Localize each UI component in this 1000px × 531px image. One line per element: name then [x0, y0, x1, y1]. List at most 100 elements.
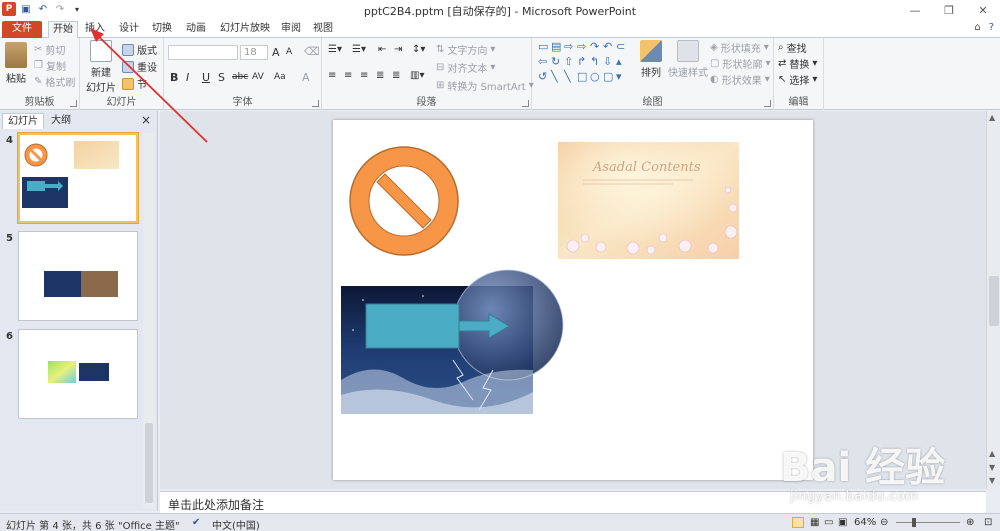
line2-shape-icon[interactable]: ╲ — [564, 70, 576, 84]
curve-shape-icon[interactable]: ↷ — [590, 40, 602, 54]
shape-outline-button[interactable]: ▢ 形状轮廓 ▾ — [710, 56, 770, 71]
rect-shape-icon[interactable]: □ — [577, 70, 589, 84]
justify-icon[interactable]: ≣ — [376, 70, 384, 81]
arrow-shape-icon[interactable]: ⇨ — [564, 40, 576, 54]
cut-button[interactable]: ✂ 剪切 — [34, 42, 65, 57]
reading-view-icon[interactable]: ▭ — [824, 517, 833, 528]
columns-icon[interactable]: ▥▾ — [410, 70, 424, 81]
clipboard-launcher-icon[interactable] — [70, 100, 77, 107]
notes-pane[interactable]: 单击此处添加备注 — [160, 491, 986, 513]
font-color-button[interactable]: A — [302, 71, 310, 84]
change-case-button[interactable]: Aa — [274, 72, 286, 82]
tab-file[interactable]: 文件 — [2, 21, 42, 38]
bold-button[interactable]: B — [170, 71, 178, 84]
grow-font-button[interactable]: A — [272, 46, 280, 59]
select-button[interactable]: ↖ 选择 ▾ — [778, 72, 817, 87]
line-spacing-icon[interactable]: ↕▾ — [412, 44, 425, 55]
panel-scroll-thumb[interactable] — [145, 423, 153, 503]
textbox-shape-icon[interactable]: ▭ — [538, 40, 550, 54]
text-shape-icon[interactable]: ▤ — [551, 40, 563, 54]
align-center-icon[interactable]: ≡ — [344, 70, 352, 81]
find-button[interactable]: ⌕ 查找 — [778, 40, 807, 55]
tab-home[interactable]: 开始 — [48, 21, 78, 39]
char-spacing-button[interactable]: AV — [252, 72, 264, 82]
underline-button[interactable]: U — [202, 71, 210, 84]
slideshow-view-icon[interactable]: ▣ — [838, 517, 847, 528]
distributed-icon[interactable]: ≣ — [392, 70, 400, 81]
tab-transitions[interactable]: 切换 — [148, 21, 176, 38]
quick-styles-button[interactable]: 快速样式 — [668, 40, 708, 79]
oval-shape-icon[interactable]: ○ — [590, 70, 602, 84]
shrink-font-button[interactable]: A — [286, 47, 292, 57]
normal-view-icon[interactable] — [792, 517, 804, 528]
more-shape-icon[interactable]: ▴ — [616, 55, 628, 69]
zoom-slider-track[interactable] — [896, 522, 960, 523]
shadow-button[interactable]: S — [218, 71, 225, 84]
format-painter-button[interactable]: ✎ 格式刷 — [34, 74, 75, 89]
prev-slide-icon[interactable]: ▲ — [989, 449, 995, 458]
increase-indent-icon[interactable]: ⇥ — [394, 44, 402, 55]
brace-shape-icon[interactable]: ⊂ — [616, 40, 628, 54]
tab-slides[interactable]: 幻灯片 — [2, 113, 44, 129]
clear-formatting-icon[interactable]: ⌫ — [304, 45, 320, 58]
arrange-button[interactable]: 排列 — [636, 40, 666, 79]
arrow8-shape-icon[interactable]: ↺ — [538, 70, 550, 84]
layout-button[interactable]: 版式 — [122, 42, 157, 57]
rounded-shape-icon[interactable]: ▢ — [603, 70, 615, 84]
tab-slideshow[interactable]: 幻灯片放映 — [216, 21, 274, 38]
paragraph-launcher-icon[interactable] — [522, 100, 529, 107]
zoom-out-icon[interactable]: ⊖ — [880, 517, 888, 528]
arrow2-shape-icon[interactable]: ⇨ — [577, 40, 589, 54]
slide-thumbnail-4[interactable] — [17, 132, 139, 224]
close-button[interactable]: ✕ — [966, 0, 1000, 20]
line-shape-icon[interactable]: ╲ — [551, 70, 563, 84]
arrow4-shape-icon[interactable]: ⇧ — [564, 55, 576, 69]
restore-button[interactable]: ❐ — [932, 0, 966, 20]
expand-shape-icon[interactable]: ▾ — [616, 70, 628, 84]
font-name-combo[interactable] — [168, 45, 238, 60]
paste-button[interactable]: 粘贴 — [3, 42, 29, 85]
tab-outline[interactable]: 大纲 — [46, 113, 76, 129]
strikethrough-button[interactable]: abc — [232, 72, 248, 82]
tab-design[interactable]: 设计 — [115, 21, 143, 38]
zoom-in-icon[interactable]: ⊕ — [966, 517, 974, 528]
help-icon[interactable]: ⌂ — [974, 22, 980, 33]
arrow6-shape-icon[interactable]: ↰ — [590, 55, 602, 69]
tab-animations[interactable]: 动画 — [182, 21, 210, 38]
shape-effects-button[interactable]: ◐ 形状效果 ▾ — [710, 72, 770, 87]
curve2-shape-icon[interactable]: ↶ — [603, 40, 615, 54]
shape-fill-button[interactable]: ◈ 形状填充 ▾ — [710, 40, 769, 55]
copy-button[interactable]: ❐ 复制 — [34, 58, 66, 73]
next-slide-icon[interactable]: ▼ — [989, 463, 995, 472]
slide-sorter-icon[interactable]: ▦ — [810, 517, 819, 528]
align-text-button[interactable]: ⊟ 对齐文本 ▾ — [436, 60, 495, 75]
zoom-level[interactable]: 64% — [854, 517, 876, 528]
panel-close-icon[interactable]: × — [141, 113, 151, 127]
language-indicator[interactable]: 中文(中国) — [212, 517, 260, 531]
minimize-button[interactable]: — — [898, 0, 932, 20]
replace-button[interactable]: ⇄ 替换 ▾ — [778, 56, 817, 71]
drawing-launcher-icon[interactable] — [764, 100, 771, 107]
no-symbol-shape[interactable] — [349, 146, 459, 256]
italic-button[interactable]: I — [186, 71, 189, 84]
question-icon[interactable]: ? — [989, 22, 994, 33]
slide-thumbnail-5[interactable] — [18, 231, 138, 321]
new-slide-button[interactable]: 新建 幻灯片 — [84, 40, 118, 94]
reset-button[interactable]: 重设 — [122, 59, 157, 74]
font-launcher-icon[interactable] — [312, 100, 319, 107]
section-button[interactable]: 节 — [122, 76, 147, 91]
zoom-slider-thumb[interactable] — [912, 518, 916, 527]
cycle-shape-icon[interactable]: ↻ — [551, 55, 563, 69]
smartart-button[interactable]: ⊞ 转换为 SmartArt ▾ — [436, 78, 534, 93]
tab-insert[interactable]: 插入 — [82, 21, 108, 38]
align-right-icon[interactable]: ≡ — [360, 70, 368, 81]
decrease-indent-icon[interactable]: ⇤ — [378, 44, 386, 55]
scroll-down-icon[interactable]: ▼ — [989, 476, 995, 485]
font-size-combo[interactable]: 18 — [240, 45, 268, 60]
align-left-icon[interactable]: ≡ — [328, 70, 336, 81]
arrow5-shape-icon[interactable]: ↱ — [577, 55, 589, 69]
arrow7-shape-icon[interactable]: ⇩ — [603, 55, 615, 69]
arrow3-shape-icon[interactable]: ⇦ — [538, 55, 550, 69]
text-direction-button[interactable]: ⇅ 文字方向 ▾ — [436, 42, 495, 57]
numbering-icon[interactable]: ☰▾ — [352, 44, 366, 55]
